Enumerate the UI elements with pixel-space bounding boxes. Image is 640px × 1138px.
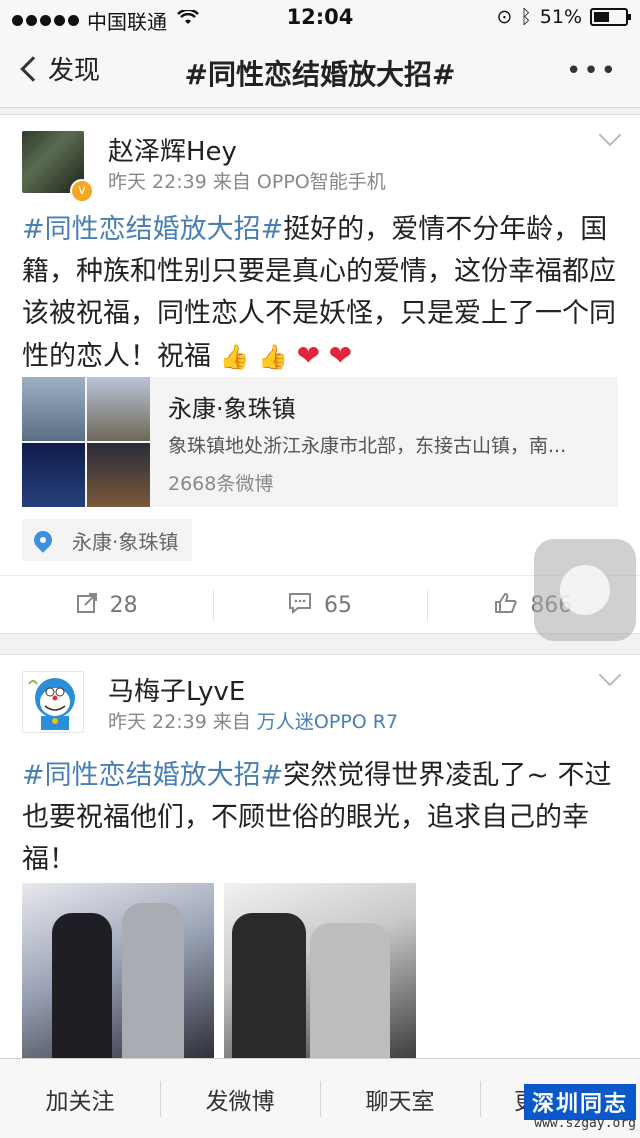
- post-photo[interactable]: [224, 883, 416, 1063]
- post-username[interactable]: 赵泽辉Hey: [108, 131, 237, 168]
- thumbs-up-icon: 👍: [258, 343, 288, 371]
- post-meta: 昨天 22:39 来自 OPPO智能手机: [108, 167, 386, 194]
- chevron-down-icon[interactable]: [598, 123, 622, 147]
- assistive-touch-button[interactable]: [534, 539, 636, 641]
- post-source-prefix: 来自: [212, 171, 251, 193]
- more-options-icon[interactable]: •••: [566, 56, 618, 86]
- watermark-logo: 深圳同志 www.szgay.org: [498, 1084, 636, 1134]
- location-pin-icon: [30, 527, 56, 553]
- battery-icon: [590, 8, 631, 26]
- hashtag-link[interactable]: #同性恋结婚放大招#: [22, 760, 283, 791]
- page-title: #同性恋结婚放大招#: [184, 58, 456, 91]
- status-bar: 中国联通 12:04 ⊙ ᛒ 51%: [0, 0, 640, 36]
- rotation-lock-icon: ⊙: [496, 6, 513, 28]
- comment-button[interactable]: 65: [213, 576, 426, 635]
- repost-count: 28: [109, 593, 138, 618]
- heart-icon: ❤: [296, 339, 321, 372]
- status-right: ⊙ ᛒ 51%: [496, 6, 631, 28]
- post-photo[interactable]: [22, 883, 214, 1063]
- battery-percent: 51%: [539, 6, 582, 28]
- thumbs-up-icon: 👍: [219, 343, 250, 371]
- post-meta: 昨天 22:39 来自 万人迷OPPO R7: [108, 707, 398, 734]
- post-weibo-button[interactable]: 发微博: [160, 1059, 320, 1138]
- post-source-link[interactable]: 万人迷OPPO R7: [257, 711, 398, 733]
- chat-room-button[interactable]: 聊天室: [320, 1059, 480, 1138]
- location-name: 永康·象珠镇: [168, 395, 296, 423]
- repost-icon: [76, 592, 98, 620]
- nav-bar: 发现 #同性恋结婚放大招# •••: [0, 36, 640, 108]
- location-tag-label: 永康·象珠镇: [72, 529, 179, 554]
- watermark-title: 深圳同志: [523, 1084, 636, 1120]
- post-card: 马梅子LyvE 昨天 22:39 来自 万人迷OPPO R7 #同性恋结婚放大招…: [0, 654, 640, 1074]
- post-card: v 赵泽辉Hey 昨天 22:39 来自 OPPO智能手机 #同性恋结婚放大招#…: [0, 114, 640, 641]
- post-source: OPPO智能手机: [256, 171, 386, 193]
- chevron-down-icon[interactable]: [598, 663, 622, 687]
- location-tag[interactable]: 永康·象珠镇: [22, 519, 193, 561]
- heart-icon: ❤: [328, 339, 353, 372]
- hashtag-link[interactable]: #同性恋结婚放大招#: [22, 214, 283, 245]
- repost-button[interactable]: 28: [0, 576, 213, 635]
- location-card[interactable]: 永康·象珠镇 象珠镇地处浙江永康市北部，东接古山镇，南... 2668条微博: [22, 377, 618, 507]
- comment-icon: [288, 592, 312, 620]
- post-username[interactable]: 马梅子LyvE: [108, 671, 245, 708]
- location-post-count: 2668条微博: [168, 473, 274, 495]
- like-icon: [494, 592, 518, 620]
- follow-button[interactable]: 加关注: [0, 1059, 160, 1138]
- avatar[interactable]: [22, 671, 84, 733]
- location-thumbnail: [22, 377, 150, 507]
- post-text: #同性恋结婚放大招#突然觉得世界凌乱了~ 不过也要祝福他们，不顾世俗的眼光，追求…: [22, 755, 622, 881]
- post-source-prefix: 来自: [212, 711, 251, 733]
- bluetooth-icon: ᛒ: [520, 6, 532, 28]
- location-description: 象珠镇地处浙江永康市北部，东接古山镇，南...: [168, 435, 567, 457]
- post-text: #同性恋结婚放大招#挺好的，爱情不分年龄，国籍，种族和性别只要是真心的爱情，这份…: [22, 209, 622, 378]
- watermark-url: www.szgay.org: [534, 1116, 636, 1131]
- doraemon-avatar-icon: [28, 678, 75, 730]
- comment-count: 65: [323, 593, 352, 618]
- battery-fill: [594, 12, 609, 22]
- post-time: 昨天 22:39: [108, 171, 207, 193]
- verified-badge-icon: v: [70, 179, 94, 203]
- post-time: 昨天 22:39: [108, 711, 207, 733]
